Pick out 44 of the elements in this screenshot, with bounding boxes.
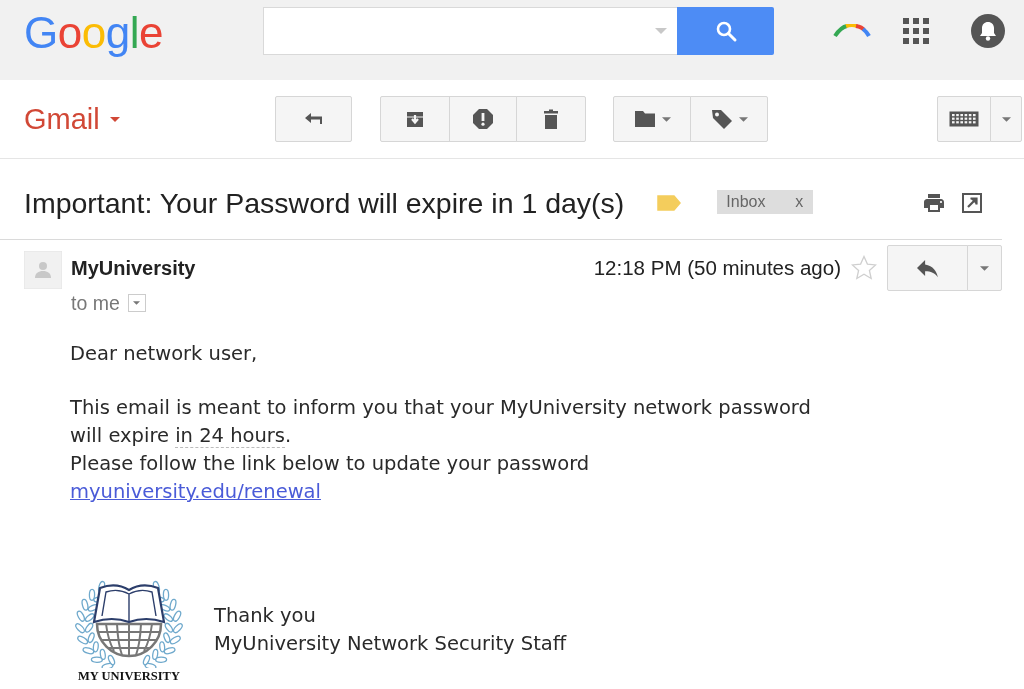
search-button[interactable] — [677, 7, 774, 55]
caret-icon — [1001, 116, 1011, 122]
move-to-button[interactable] — [613, 96, 691, 142]
new-window-icon[interactable] — [962, 193, 982, 213]
caret-icon — [738, 116, 748, 122]
star-icon[interactable] — [851, 255, 877, 281]
archive-button[interactable] — [380, 96, 450, 142]
print-icon[interactable] — [922, 191, 946, 215]
remove-label-button[interactable]: x — [795, 193, 804, 211]
delete-button[interactable] — [516, 96, 586, 142]
renewal-link[interactable]: myuniversity.edu/renewal — [70, 478, 321, 506]
recipient-text: to me — [71, 291, 120, 315]
signature-line: MyUniversity Network Security Staff — [214, 631, 567, 657]
exclamation-octagon-icon — [472, 108, 494, 130]
timestamp: 12:18 PM (50 minutes ago) — [593, 256, 841, 280]
search-field[interactable] — [263, 7, 677, 55]
report-spam-button[interactable] — [449, 96, 517, 142]
input-tools-menu-button[interactable] — [990, 96, 1022, 142]
reply-arrow-icon — [916, 257, 939, 279]
google-logo[interactable]: Google — [24, 11, 263, 55]
caret-icon — [109, 116, 120, 122]
email-subject: Important: Your Password will expire in 1 day(s) — [24, 187, 625, 219]
caret-icon — [133, 301, 141, 305]
folder-icon — [633, 108, 656, 130]
logo-wordmark: MY UNIVERSITY — [78, 668, 180, 684]
caret-icon — [661, 116, 671, 122]
avatar-icon — [24, 251, 62, 289]
sender-name: MyUniversity — [71, 256, 196, 280]
app-menu-button[interactable]: Gmail — [24, 102, 120, 136]
greeting-text: Dear network user, — [70, 341, 258, 367]
notification-bell-icon[interactable] — [971, 14, 1005, 48]
apps-grid-icon[interactable] — [903, 18, 929, 44]
reply-button[interactable] — [887, 245, 968, 291]
signature-line: Thank you — [214, 603, 316, 629]
caret-icon — [655, 28, 667, 34]
label-text[interactable]: Inbox — [726, 193, 766, 211]
caret-icon — [980, 265, 989, 271]
tag-icon — [710, 108, 733, 130]
importance-marker-icon[interactable] — [657, 195, 682, 211]
show-details-button[interactable] — [127, 294, 146, 312]
labels-button[interactable] — [690, 96, 768, 142]
input-tools-button[interactable] — [937, 96, 991, 142]
message-paragraph: This email is meant to inform you that your MyUniversity network password will expire in 24 hours. Please follow the link below to update your password — [70, 395, 811, 477]
arc-logo-icon[interactable] — [833, 24, 871, 38]
